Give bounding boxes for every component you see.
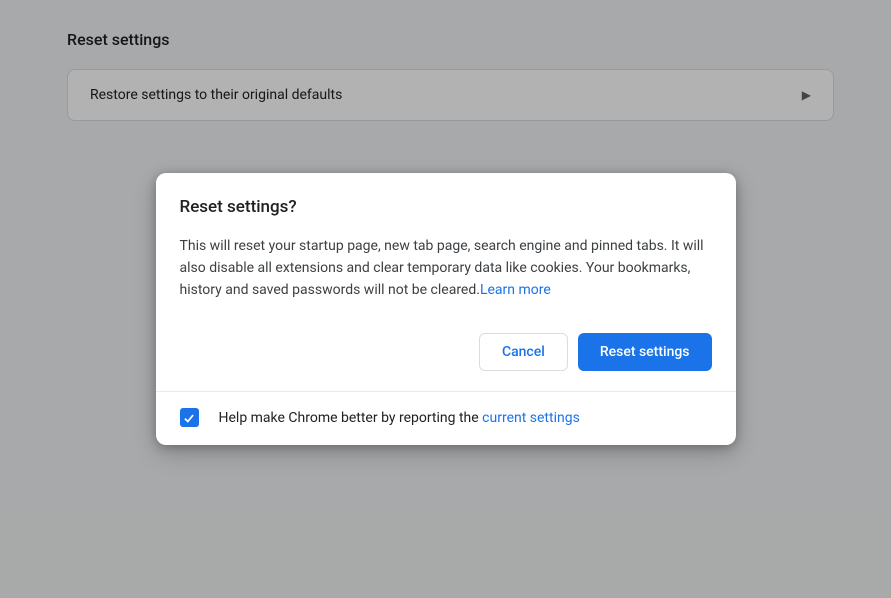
cancel-button[interactable]: Cancel bbox=[479, 333, 568, 371]
current-settings-link[interactable]: current settings bbox=[482, 410, 580, 426]
dialog-actions: Cancel Reset settings bbox=[180, 333, 712, 371]
reset-settings-button[interactable]: Reset settings bbox=[578, 333, 712, 371]
dialog-body: Reset settings? This will reset your sta… bbox=[156, 173, 736, 391]
dialog-title: Reset settings? bbox=[180, 197, 712, 217]
dialog-description: This will reset your startup page, new t… bbox=[180, 235, 712, 301]
dialog-footer: Help make Chrome better by reporting the… bbox=[156, 391, 736, 445]
report-checkbox[interactable] bbox=[180, 408, 199, 427]
dialog-description-text: This will reset your startup page, new t… bbox=[180, 238, 704, 298]
footer-prefix: Help make Chrome better by reporting the bbox=[219, 410, 483, 426]
learn-more-link[interactable]: Learn more bbox=[480, 282, 551, 298]
footer-text: Help make Chrome better by reporting the… bbox=[219, 410, 580, 426]
checkmark-icon bbox=[182, 411, 196, 425]
modal-overlay: Reset settings? This will reset your sta… bbox=[0, 0, 891, 598]
reset-settings-dialog: Reset settings? This will reset your sta… bbox=[156, 173, 736, 445]
